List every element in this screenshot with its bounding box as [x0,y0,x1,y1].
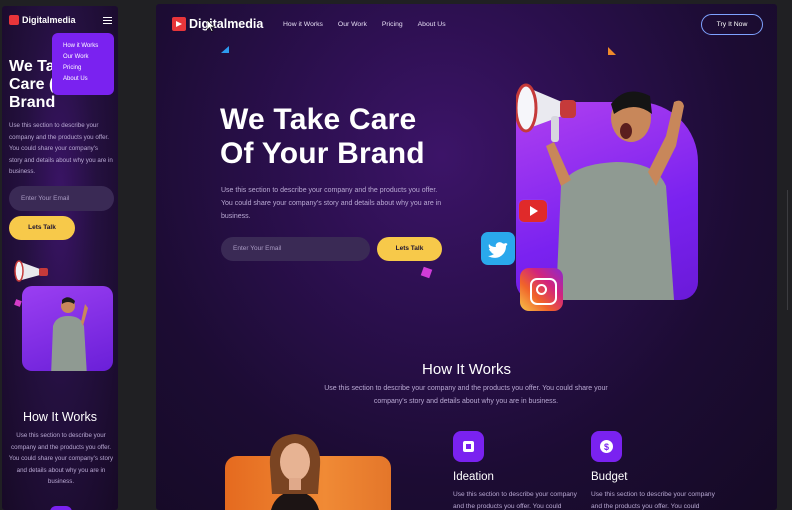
menu-item-about-us[interactable]: About Us [63,74,114,85]
mobile-hero-image [22,286,113,371]
nav-our-work[interactable]: Our Work [338,21,367,28]
mobile-dropdown-menu: How it Works Our Work Pricing About Us [52,33,114,95]
feature-icon [50,506,72,510]
logo-text: Digitalmedia [22,15,76,25]
mobile-preview: Digitalmedia We Ta Care ( Brand How it W… [2,6,118,510]
megaphone-icon [14,260,48,282]
man-photo-icon [51,297,88,371]
logo-text: Digitalmedia [189,17,264,31]
decorative-shape-icon [14,299,22,307]
nav-pricing[interactable]: Pricing [382,21,403,28]
email-input[interactable]: Enter Your Email [221,237,370,261]
desktop-logo[interactable]: Digitalmedia [172,17,263,31]
mobile-hero-description: Use this section to describe your compan… [9,122,113,175]
feature-desc-ideation: Use this section to describe your compan… [453,491,577,510]
twitter-icon [481,232,515,265]
hamburger-menu-icon[interactable] [103,17,112,24]
mobile-email-input[interactable]: Enter Your Email [9,186,114,211]
decorative-triangle-icon [221,46,229,53]
hero-description: Use this section to describe your compan… [221,187,442,220]
screen: Digitalmedia We Ta Care ( Brand How it W… [0,0,792,510]
feature-title-budget: Budget [591,471,628,483]
mouse-cursor-icon [207,20,215,32]
logo-mark-icon [172,17,186,31]
menu-item-pricing[interactable]: Pricing [63,63,114,74]
ideation-icon [453,431,484,462]
mobile-hero-heading: We Ta Care ( Brand [9,58,57,112]
mobile-logo[interactable]: Digitalmedia [9,15,76,25]
nav-how-it-works[interactable]: How it Works [283,21,323,28]
decorative-triangle-icon [608,47,616,55]
man-with-megaphone-photo-icon [516,83,684,300]
hero-line: Of Your Brand [220,137,425,170]
desktop-nav: How it Works Our Work Pricing About Us [283,21,461,28]
menu-item-our-work[interactable]: Our Work [63,52,114,63]
hero-line: We Ta [9,58,55,75]
feature-desc-budget: Use this section to describe your compan… [591,491,715,510]
decorative-shape-icon [420,266,433,279]
dollar-icon: $ [591,431,622,462]
mobile-how-it-works-title: How It Works [22,410,98,424]
hero-heading: We Take Care Of Your Brand [220,103,425,171]
instagram-icon [520,268,563,311]
how-it-works-title: How It Works [422,361,511,378]
try-it-now-button[interactable]: Try It Now [701,14,763,35]
nav-about-us[interactable]: About Us [418,21,446,28]
woman-photo-icon [269,434,321,510]
logo-mark-icon [9,15,19,25]
mobile-lets-talk-button[interactable]: Lets Talk [9,216,75,240]
window-edge [787,190,792,310]
feature-title-ideation: Ideation [453,471,494,483]
hero-line: Brand [9,94,56,111]
mobile-how-it-works-description: Use this section to describe your compan… [8,432,114,486]
desktop-preview: Digitalmedia How it Works Our Work Prici… [156,4,777,510]
lets-talk-button[interactable]: Lets Talk [377,237,442,261]
hero-line: We Take Care [220,103,417,136]
hero-line: Care ( [9,76,55,93]
youtube-icon [519,200,547,222]
svg-text:$: $ [604,442,609,452]
menu-item-how-it-works[interactable]: How it Works [63,41,114,52]
how-it-works-description: Use this section to describe your compan… [324,385,608,405]
